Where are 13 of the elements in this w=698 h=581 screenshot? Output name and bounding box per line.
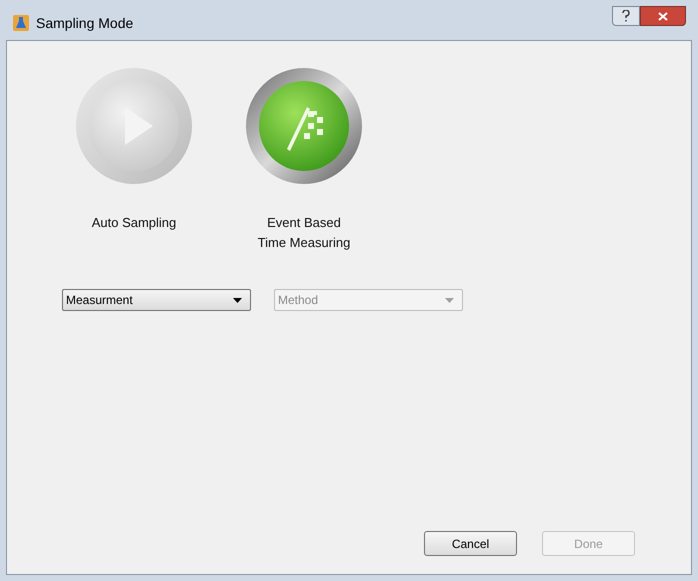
flask-icon xyxy=(12,14,30,32)
caret-icon xyxy=(445,298,454,302)
close-button[interactable] xyxy=(640,6,686,26)
flag-button-icon[interactable] xyxy=(245,67,363,185)
dropdown[interactable]: Measurment xyxy=(62,289,251,311)
caret-icon xyxy=(233,298,242,302)
help-button[interactable] xyxy=(612,6,640,26)
cancel-button[interactable]: Cancel xyxy=(424,531,517,556)
mode-label: Auto Sampling xyxy=(92,214,176,232)
window-title: Sampling Mode xyxy=(36,14,134,33)
help-icon xyxy=(622,10,630,22)
mode-label: Event Based Time Measuring xyxy=(258,214,350,252)
close-icon xyxy=(658,12,668,20)
